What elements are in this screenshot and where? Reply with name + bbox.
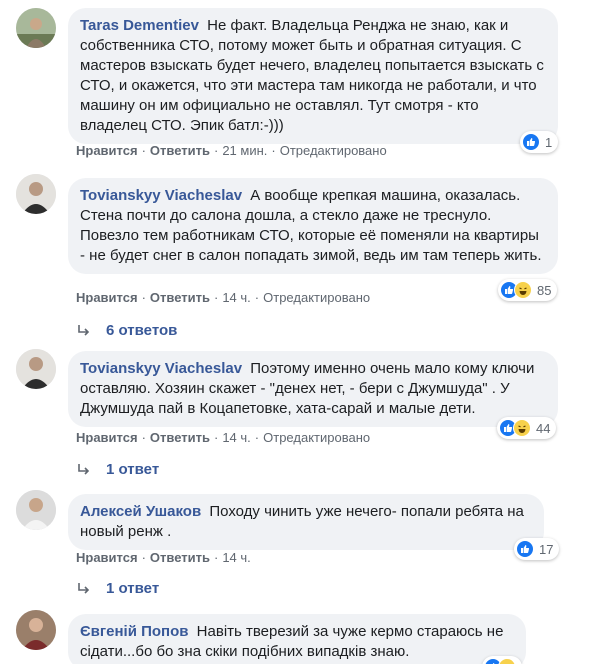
reaction-count: 17 xyxy=(539,541,554,557)
separator: · xyxy=(141,550,146,565)
like-button[interactable]: Нравится xyxy=(76,430,138,445)
comment-bubble: Tovianskyy Viacheslav А вообще крепкая м… xyxy=(68,178,558,274)
comment-bubble: Євгеній Попов Навіть тверезий за чуже ке… xyxy=(68,614,526,664)
separator: · xyxy=(141,430,146,445)
replies-count: 1 ответ xyxy=(106,580,160,597)
comment-bubble: Tovianskyy Viacheslav Поэтому именно оче… xyxy=(68,351,558,427)
comment: Tovianskyy Viacheslav А вообще крепкая м… xyxy=(0,170,600,345)
view-replies-link[interactable]: 6 ответов xyxy=(76,322,177,339)
reply-arrow-icon xyxy=(78,463,90,475)
haha-icon xyxy=(513,419,531,437)
author-name[interactable]: Алексей Ушаков xyxy=(80,503,201,520)
reply-arrow-icon xyxy=(78,582,90,594)
reply-arrow-icon xyxy=(78,324,90,336)
haha-icon xyxy=(514,281,532,299)
timestamp[interactable]: 14 ч. xyxy=(222,290,250,305)
like-button[interactable]: Нравится xyxy=(76,143,138,158)
edited-label[interactable]: Отредактировано xyxy=(280,143,387,158)
reactions-summary[interactable]: 1 xyxy=(520,131,559,153)
author-name[interactable]: Tovianskyy Viacheslav xyxy=(80,360,242,377)
reactions-summary[interactable] xyxy=(482,656,522,664)
avatar[interactable] xyxy=(16,349,56,389)
avatar[interactable] xyxy=(16,174,56,214)
separator: · xyxy=(213,290,219,305)
reactions-summary[interactable]: 44 xyxy=(497,417,557,439)
separator: · xyxy=(141,290,146,305)
avatar-image xyxy=(16,174,56,214)
separator: · xyxy=(213,143,219,158)
like-button[interactable]: Нравится xyxy=(76,550,138,565)
author-name[interactable]: Євгеній Попов xyxy=(80,623,189,640)
reaction-count: 1 xyxy=(545,134,553,150)
reactions-summary[interactable]: 85 xyxy=(498,279,558,301)
avatar[interactable] xyxy=(16,8,56,48)
separator: · xyxy=(254,430,260,445)
separator: · xyxy=(141,143,146,158)
comment-actions: Нравится · Ответить · 14 ч. · Отредактировано xyxy=(76,290,370,305)
timestamp[interactable]: 21 мин. xyxy=(222,143,267,158)
avatar-image xyxy=(16,490,56,530)
view-replies-link[interactable]: 1 ответ xyxy=(76,580,159,597)
edited-label[interactable]: Отредактировано xyxy=(263,430,370,445)
author-name[interactable]: Taras Dementiev xyxy=(80,17,199,34)
comment: Алексей Ушаков Походу чинить уже нечего-… xyxy=(0,480,600,600)
comment-bubble: Taras Dementiev Не факт. Владельца Рендж… xyxy=(68,8,558,144)
comment-bubble: Алексей Ушаков Походу чинить уже нечего-… xyxy=(68,494,544,550)
comment: Євгеній Попов Навіть тверезий за чуже ке… xyxy=(0,600,600,664)
view-replies-link[interactable]: 1 ответ xyxy=(76,461,159,478)
comment-actions: Нравится · Ответить · 21 мин. · Отредактирован… xyxy=(76,143,387,158)
reactions-summary[interactable]: 17 xyxy=(514,538,560,560)
reply-button[interactable]: Ответить xyxy=(150,290,210,305)
avatar[interactable] xyxy=(16,490,56,530)
edited-label[interactable]: Отредактировано xyxy=(263,290,370,305)
separator: · xyxy=(254,290,260,305)
separator: · xyxy=(213,430,219,445)
like-icon xyxy=(516,540,534,558)
author-name[interactable]: Tovianskyy Viacheslav xyxy=(80,187,242,204)
avatar-image xyxy=(16,610,56,650)
separator: · xyxy=(271,143,276,158)
reaction-count: 85 xyxy=(537,282,552,298)
reply-button[interactable]: Ответить xyxy=(150,550,210,565)
reply-button[interactable]: Ответить xyxy=(150,143,210,158)
timestamp[interactable]: 14 ч. xyxy=(222,550,250,565)
comment-text: Не факт. Владельца Ренджа не знаю, как и… xyxy=(80,17,544,134)
avatar-image xyxy=(16,8,56,48)
like-button[interactable]: Нравится xyxy=(76,290,138,305)
haha-icon xyxy=(498,658,516,664)
avatar[interactable] xyxy=(16,610,56,650)
timestamp[interactable]: 14 ч. xyxy=(222,430,250,445)
comment: Tovianskyy Viacheslav Поэтому именно оче… xyxy=(0,345,600,480)
like-icon xyxy=(522,133,540,151)
replies-count: 6 ответов xyxy=(106,322,178,339)
replies-count: 1 ответ xyxy=(106,461,160,478)
comment-actions: Нравится · Ответить · 14 ч. xyxy=(76,550,251,565)
separator: · xyxy=(213,550,219,565)
reply-button[interactable]: Ответить xyxy=(150,430,210,445)
comment-actions: Нравится · Ответить · 14 ч. · Отредактировано xyxy=(76,430,370,445)
avatar-image xyxy=(16,349,56,389)
reaction-count: 44 xyxy=(536,420,551,436)
comment: Taras Dementiev Не факт. Владельца Рендж… xyxy=(0,0,600,170)
